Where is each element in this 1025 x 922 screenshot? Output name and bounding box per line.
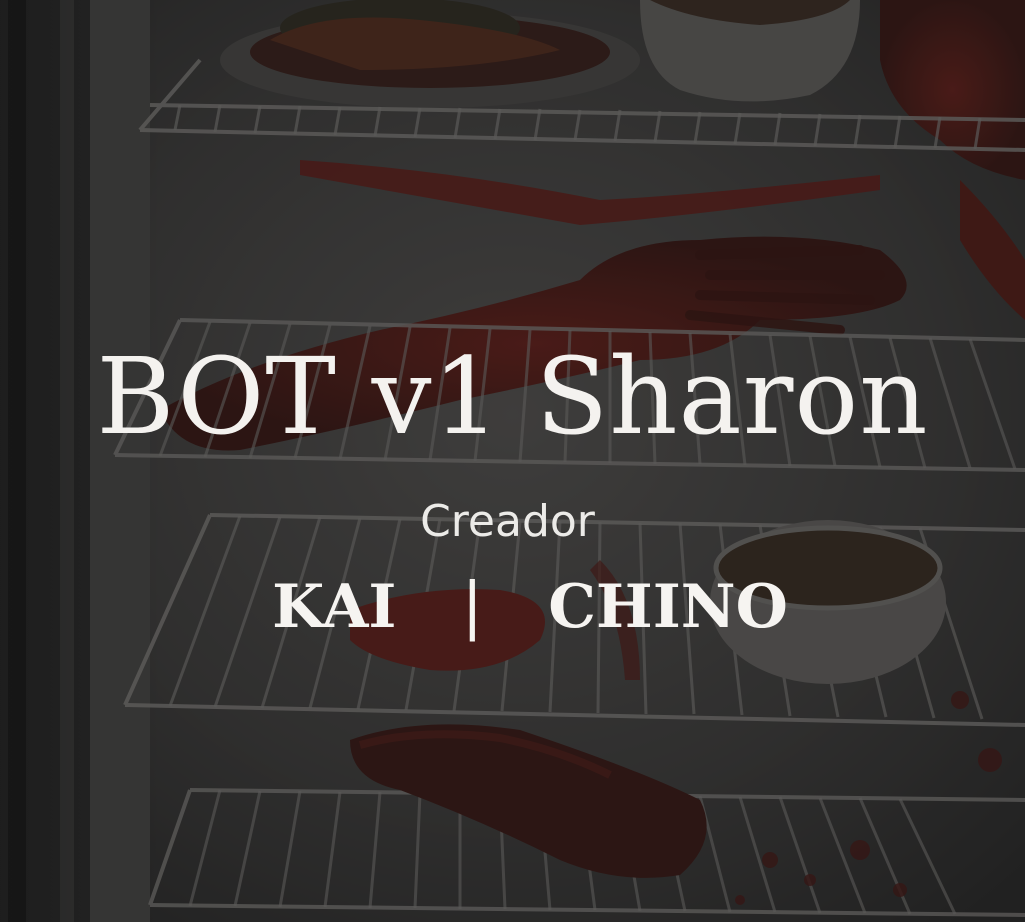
dim-overlay bbox=[0, 0, 1025, 922]
banner-image: BOT v1 Sharon Creador KAI | CHINO bbox=[0, 0, 1025, 922]
background-photo bbox=[0, 0, 1025, 922]
